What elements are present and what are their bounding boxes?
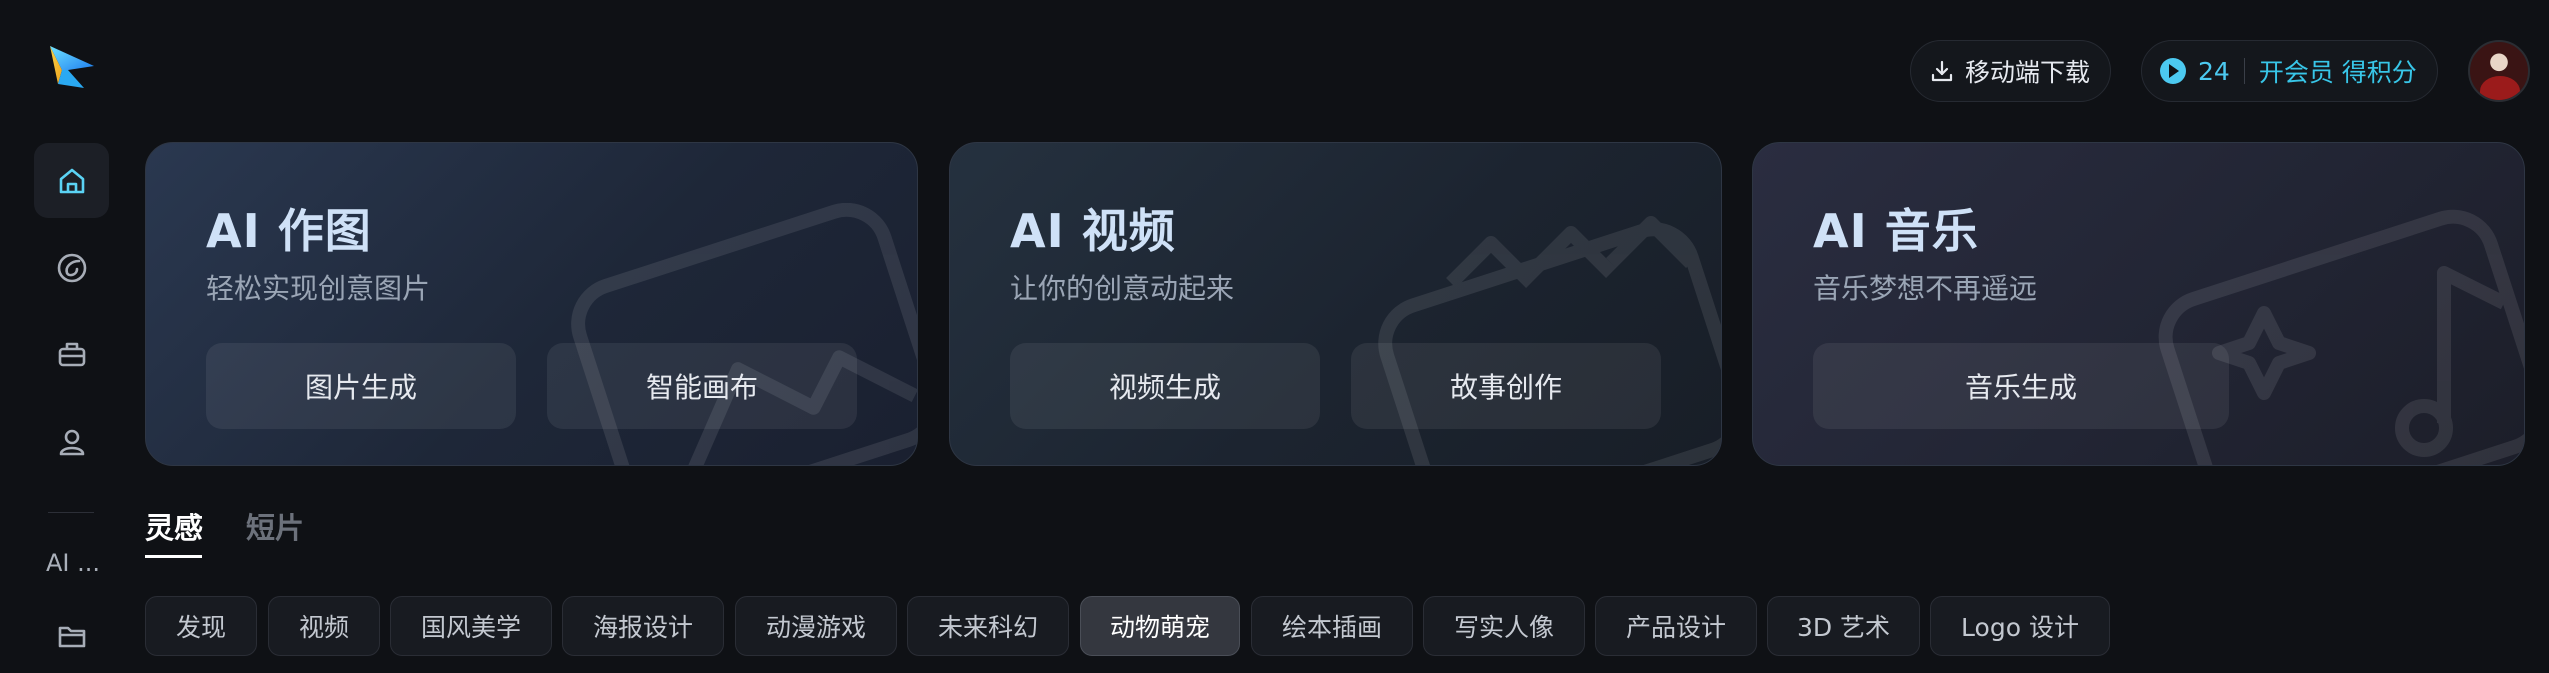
vip-label: 开会员 得积分 <box>2258 58 2417 87</box>
toolbox-icon <box>58 342 85 366</box>
sidebar: AI ... <box>0 0 140 663</box>
chip-portrait[interactable]: 写实人像 <box>1423 596 1585 656</box>
download-icon <box>1931 60 1953 82</box>
tab-active-indicator <box>145 555 202 558</box>
music-generate-button[interactable]: 音乐生成 <box>1813 343 2229 429</box>
home-icon <box>59 168 84 193</box>
card-ai-music: AI 音乐 音乐梦想不再遥远 音乐生成 <box>1752 142 2525 466</box>
image-generate-button[interactable]: 图片生成 <box>206 343 516 429</box>
chip-illustration[interactable]: 绘本插画 <box>1251 596 1413 656</box>
card-title: AI 音乐 <box>1813 204 1979 258</box>
chip-logo[interactable]: Logo 设计 <box>1930 596 2110 656</box>
nav-discover[interactable] <box>34 230 109 305</box>
tab-inspiration[interactable]: 灵感 <box>145 505 203 547</box>
card-title: AI 视频 <box>1010 204 1176 258</box>
chip-video[interactable]: 视频 <box>268 596 380 656</box>
nav-home[interactable] <box>34 143 109 218</box>
story-create-button[interactable]: 故事创作 <box>1351 343 1661 429</box>
nav-assets[interactable] <box>34 598 109 673</box>
tab-shorts[interactable]: 短片 <box>246 505 304 547</box>
card-title: AI 作图 <box>206 204 372 258</box>
chip-guofeng[interactable]: 国风美学 <box>390 596 552 656</box>
swirl-icon <box>57 253 86 282</box>
avatar[interactable] <box>2468 40 2530 102</box>
points-icon <box>2160 58 2186 84</box>
sidebar-ai-label[interactable]: AI ... <box>46 549 100 577</box>
card-ai-video: AI 视频 让你的创意动起来 视频生成 故事创作 <box>949 142 1722 466</box>
points-count: 24 <box>2198 56 2230 86</box>
card-subtitle: 让你的创意动起来 <box>1010 272 1235 305</box>
card-subtitle: 轻松实现创意图片 <box>206 272 431 305</box>
video-generate-button[interactable]: 视频生成 <box>1010 343 1320 429</box>
app-logo[interactable] <box>44 40 98 94</box>
chip-poster[interactable]: 海报设计 <box>562 596 724 656</box>
nav-profile[interactable] <box>34 404 109 479</box>
card-subtitle: 音乐梦想不再遥远 <box>1813 272 2038 305</box>
sidebar-divider <box>48 512 94 513</box>
chip-product[interactable]: 产品设计 <box>1595 596 1757 656</box>
user-icon <box>59 429 84 455</box>
mobile-download-button[interactable]: 移动端下载 <box>1910 40 2111 102</box>
smart-canvas-button[interactable]: 智能画布 <box>547 343 857 429</box>
chip-anime[interactable]: 动漫游戏 <box>735 596 897 656</box>
vip-divider <box>2243 58 2245 84</box>
mobile-download-label: 移动端下载 <box>1965 58 2091 87</box>
chip-3d-art[interactable]: 3D 艺术 <box>1767 596 1920 656</box>
chip-discover[interactable]: 发现 <box>145 596 257 656</box>
folder-icon <box>58 626 85 647</box>
nav-toolbox[interactable] <box>34 316 109 391</box>
vip-points-button[interactable]: 24 开会员 得积分 <box>2141 40 2438 102</box>
chip-scifi[interactable]: 未来科幻 <box>907 596 1069 656</box>
chip-pets[interactable]: 动物萌宠 <box>1080 596 1240 656</box>
card-ai-image: AI 作图 轻松实现创意图片 图片生成 智能画布 <box>145 142 918 466</box>
